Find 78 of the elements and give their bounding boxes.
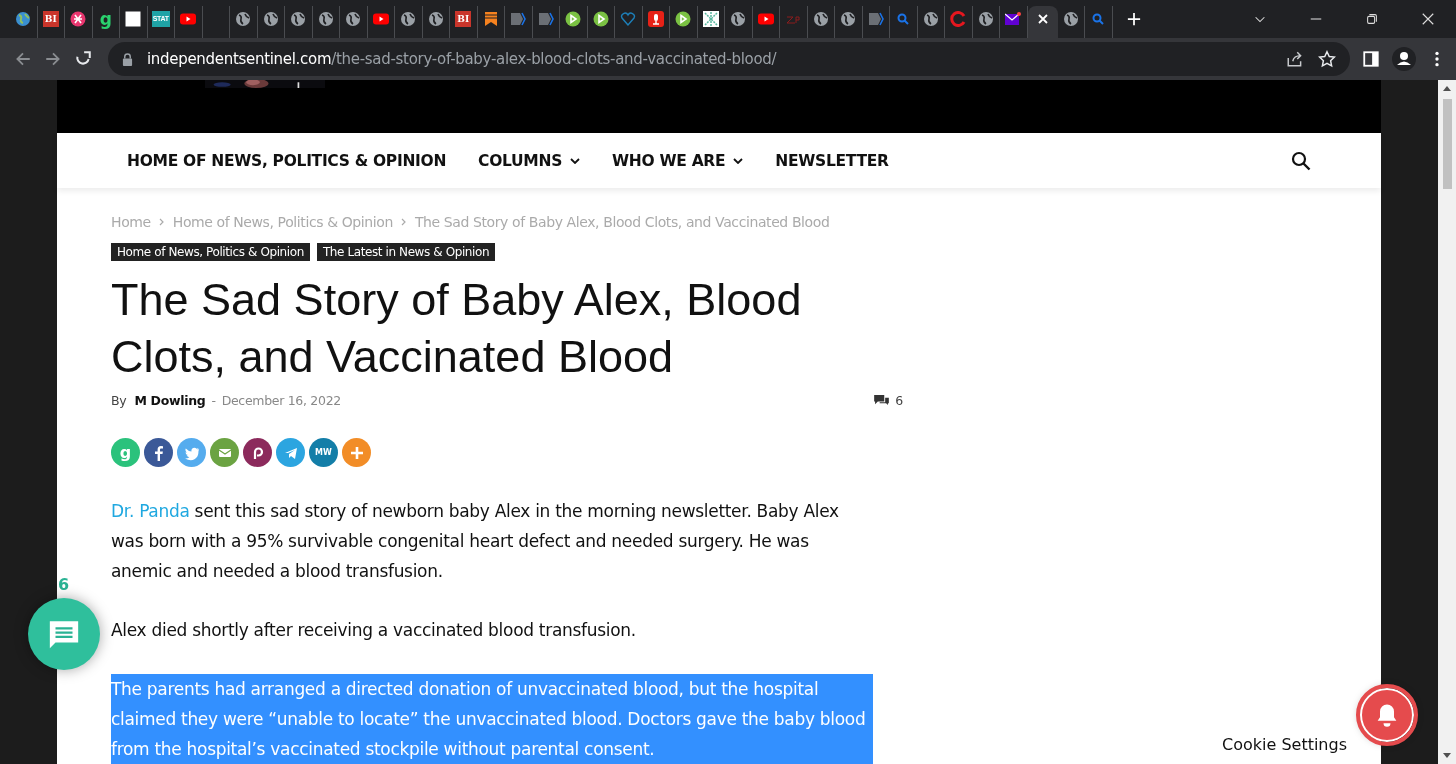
caret-icon — [733, 157, 744, 164]
profile-icon[interactable] — [1392, 47, 1416, 71]
comment-count: 6 — [58, 575, 70, 594]
play-icon — [565, 11, 582, 27]
globe-icon — [345, 11, 362, 27]
comments-icon — [874, 395, 890, 406]
forward-icon[interactable] — [44, 50, 62, 68]
nav-item[interactable]: NEWSLETTER — [775, 151, 889, 170]
microphone-icon — [647, 11, 664, 27]
play-button-icon — [372, 11, 389, 27]
share-button[interactable]: MW — [309, 438, 338, 467]
globe-icon — [317, 11, 334, 27]
play-icon — [675, 11, 692, 27]
chevron-icon — [510, 11, 527, 27]
chevron-icon — [867, 11, 884, 27]
plus-icon — [348, 444, 365, 461]
heart-icon — [620, 11, 637, 27]
browser-tab[interactable] — [1027, 6, 1058, 38]
globe-icon — [840, 11, 857, 27]
publish-date: December 16, 2022 — [221, 393, 341, 408]
bookmark-icon — [482, 11, 499, 27]
globe-icon — [290, 11, 307, 27]
tab-favicon-text: BI — [455, 11, 472, 27]
play-icon — [592, 11, 609, 27]
side-panel-icon[interactable] — [1362, 50, 1380, 68]
category-tag[interactable]: The Latest in News & Opinion — [316, 243, 496, 261]
category-tag[interactable]: Home of News, Politics & Opinion — [111, 243, 310, 261]
square-icon — [125, 11, 142, 27]
globe-icon — [812, 11, 829, 27]
scrollbar-thumb[interactable] — [1442, 99, 1452, 189]
mail-icon — [1005, 11, 1022, 27]
chevron-icon — [537, 11, 554, 27]
byline-label: By — [111, 393, 127, 408]
paragraph: Dr. Panda sent this sad story of newborn baby Alex in the morning newsletter. Baby Alex was born with a 95% survivable congenital heart defect and needed surgery. He was anemic and needed a blood transfusion. — [111, 500, 840, 583]
search-icon[interactable] — [1291, 150, 1311, 171]
scrollbar[interactable] — [1438, 80, 1456, 764]
lock-icon — [122, 52, 133, 66]
play-button-icon — [757, 11, 774, 27]
share-button[interactable] — [243, 438, 272, 467]
star-icon[interactable] — [1318, 50, 1336, 68]
address-bar[interactable]: independentsentinel.com/the-sad-story-of-baby-alex-blood-clots-and-vaccinated-blood/ — [108, 42, 1350, 76]
globe-icon — [427, 11, 444, 27]
reload-icon[interactable] — [74, 50, 92, 68]
ring-icon — [950, 11, 967, 27]
play-button-icon — [180, 11, 197, 27]
pattern-icon — [702, 11, 719, 27]
nav-item[interactable]: HOME OF NEWS, POLITICS & OPINION — [127, 151, 447, 170]
share-icon[interactable] — [1286, 50, 1304, 68]
globe-icon — [400, 11, 417, 27]
byline-separator: - — [211, 393, 216, 408]
globe-icon — [922, 11, 939, 27]
url-text: independentsentinel.com/the-sad-story-of-baby-alex-blood-clots-and-vaccinated-blood/ — [147, 50, 777, 68]
earth-icon — [15, 11, 32, 27]
comment-count[interactable]: 6 — [895, 393, 903, 408]
nav-item[interactable]: WHO WE ARE — [612, 151, 744, 170]
paragraph: The parents had arranged a directed donation of unvaccinated blood, but the hospital claimed they were “unable to locate” the unvaccinated blood. Doctors gave the baby blood from the hospital’s vaccinated stockpile without parental consent. — [111, 674, 873, 764]
paragraph: Alex died shortly after receiving a vaccinated blood transfusion. — [111, 619, 637, 642]
globe-icon — [730, 11, 747, 27]
scroll-down-icon[interactable] — [1443, 753, 1451, 758]
globe-icon — [262, 11, 279, 27]
chevron-icon — [158, 217, 165, 227]
new-tab-icon[interactable] — [1126, 12, 1141, 26]
caret-icon — [570, 157, 580, 164]
article-title: The Sad Story of Baby Alex, Blood Clots, and Vaccinated Blood — [111, 273, 803, 384]
globe-icon — [235, 11, 252, 27]
cookie-settings-link[interactable]: Cookie Settings — [1222, 735, 1347, 754]
back-icon[interactable] — [14, 50, 32, 68]
globe-icon — [1062, 11, 1079, 27]
figure-icon — [70, 11, 87, 27]
tab-favicon-text: BI — [42, 11, 59, 27]
notification-bell-button[interactable] — [1360, 688, 1414, 742]
scroll-up-icon[interactable] — [1443, 86, 1451, 91]
author-link[interactable]: M Dowling — [134, 393, 206, 408]
tab-favicon-text: g — [98, 9, 113, 29]
share-button[interactable] — [144, 438, 173, 467]
globe-icon — [977, 11, 994, 27]
chevron-icon — [400, 217, 407, 227]
nav-item[interactable]: COLUMNS — [478, 151, 580, 170]
